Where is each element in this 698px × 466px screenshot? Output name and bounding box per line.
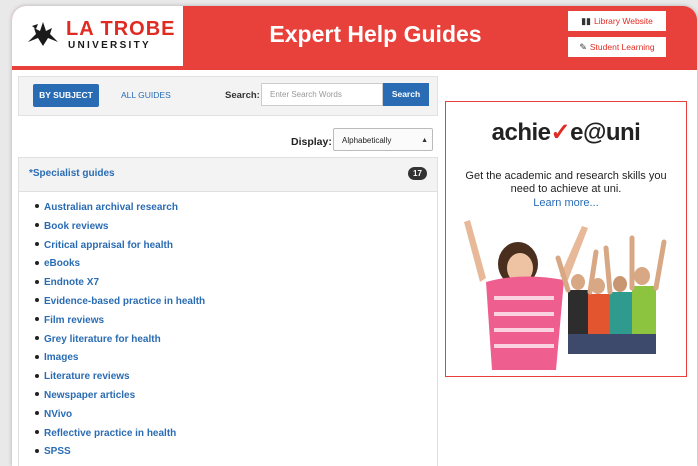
library-website-button[interactable]: ▮▮ Library Website	[568, 11, 666, 31]
guide-link[interactable]: Grey literature for health	[35, 334, 205, 353]
learn-more-link[interactable]: Learn more...	[446, 197, 686, 209]
library-website-label: Library Website	[594, 16, 653, 26]
guide-link[interactable]: Images	[35, 352, 205, 371]
guide-label: Australian archival research	[44, 202, 178, 213]
bullet-icon	[35, 335, 39, 340]
bullet-icon	[35, 429, 39, 434]
guide-label: Reflective practice in health	[44, 427, 177, 439]
bullet-icon	[35, 448, 39, 453]
guide-link[interactable]: Book reviews	[35, 221, 205, 240]
display-select[interactable]: Alphabetically ▲	[333, 128, 433, 151]
students-celebrating-image	[464, 220, 667, 370]
bullet-icon	[35, 260, 39, 265]
search-button[interactable]: Search	[383, 83, 429, 106]
guide-toolbar: BY SUBJECT ALL GUIDES Search: Search	[18, 76, 438, 116]
library-books-icon: ▮▮	[581, 15, 591, 26]
guide-label: Grey literature for health	[44, 333, 161, 345]
achieve-logo-prefix: achie	[491, 119, 551, 146]
page-title: Expert Help Guides	[269, 21, 482, 47]
guide-label: Book reviews	[44, 220, 109, 232]
guide-label: Endnote X7	[44, 277, 100, 289]
bullet-icon	[35, 354, 39, 359]
bullet-icon	[35, 204, 39, 209]
bullet-icon	[35, 392, 39, 397]
bullet-icon	[35, 241, 39, 246]
bullet-icon	[35, 411, 39, 416]
guide-link[interactable]: eBooks	[35, 258, 205, 277]
student-learning-button[interactable]: ✎ Student Learning	[568, 37, 666, 57]
guide-link[interactable]: Film reviews	[35, 315, 205, 334]
guide-label: NVivo	[44, 408, 73, 420]
guide-link[interactable]: Literature reviews	[35, 371, 205, 390]
site-header: LA TROBE UNIVERSITY Expert Help Guides ▮…	[12, 6, 697, 66]
header-divider	[12, 66, 697, 70]
guide-link[interactable]: Australian archival research	[35, 202, 205, 221]
guide-link[interactable]: Newspaper articles	[35, 390, 205, 409]
display-label: Display:	[291, 136, 332, 148]
achieve-uni-promo[interactable]: achie✓e@uni Get the academic and researc…	[445, 101, 687, 377]
latrobe-emblem-icon	[28, 22, 58, 46]
guide-link[interactable]: Endnote X7	[35, 277, 205, 296]
panel-title[interactable]: *Specialist guides	[29, 168, 115, 179]
achieve-logo-check: ✓	[550, 119, 571, 146]
guide-label: Newspaper articles	[44, 389, 136, 401]
all-guides-link[interactable]: ALL GUIDES	[121, 84, 171, 107]
guide-link[interactable]: Evidence-based practice in health	[35, 296, 205, 315]
guide-link[interactable]: SPSS	[35, 446, 205, 465]
guide-list: Australian archival research Book review…	[35, 202, 205, 465]
search-label: Search:	[225, 90, 260, 101]
browser-page: LA TROBE UNIVERSITY Expert Help Guides ▮…	[12, 6, 697, 466]
university-logo[interactable]: LA TROBE UNIVERSITY	[12, 6, 183, 66]
guide-label: Images	[44, 352, 79, 364]
guide-label: eBooks	[44, 258, 81, 270]
bullet-icon	[35, 223, 39, 228]
bullet-icon	[35, 279, 39, 284]
guide-label: SPSS	[44, 446, 71, 458]
bullet-icon	[35, 373, 39, 378]
panel-header: *Specialist guides 17	[19, 158, 437, 192]
student-learning-label: Student Learning	[589, 42, 655, 52]
specialist-guides-panel: *Specialist guides 17 Australian archiva…	[18, 157, 438, 466]
guide-link[interactable]: Critical appraisal for health	[35, 240, 205, 259]
search-input[interactable]	[261, 83, 383, 106]
guide-label: Critical appraisal for health	[44, 239, 173, 251]
bullet-icon	[35, 298, 39, 303]
select-arrows-icon: ▲	[421, 137, 428, 144]
guide-label: Film reviews	[44, 314, 105, 326]
achieve-logo-suffix: e@uni	[570, 119, 641, 146]
promo-description: Get the academic and research skills you…	[465, 170, 667, 195]
guide-label: Literature reviews	[44, 371, 130, 383]
logo-wordmark: LA TROBE	[66, 18, 176, 40]
logo-subtitle: UNIVERSITY	[68, 40, 152, 51]
achieve-uni-logo: achie✓e@uni	[446, 118, 686, 147]
guide-link[interactable]: NVivo	[35, 409, 205, 428]
guide-count-badge: 17	[408, 167, 427, 180]
guide-label: Evidence-based practice in health	[44, 295, 206, 307]
guide-link[interactable]: Reflective practice in health	[35, 428, 205, 447]
bullet-icon	[35, 317, 39, 322]
display-selected-value: Alphabetically	[342, 136, 392, 145]
edit-note-icon: ✎	[579, 41, 587, 52]
by-subject-button[interactable]: BY SUBJECT	[33, 84, 99, 107]
